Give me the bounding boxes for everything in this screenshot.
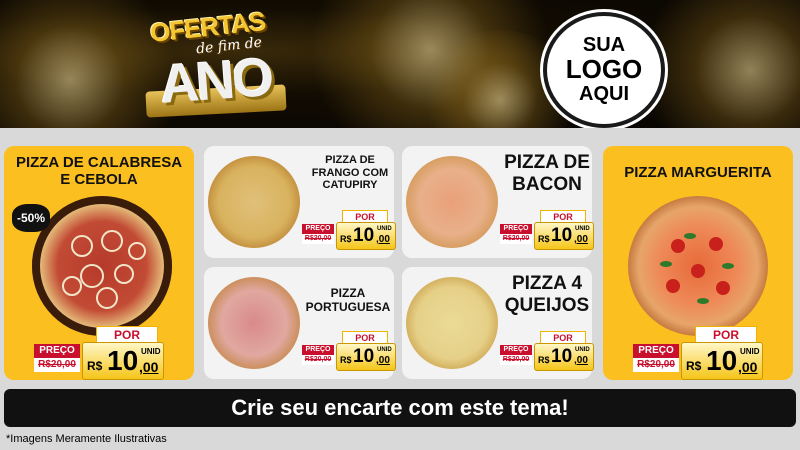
price-cents: ,00	[738, 359, 758, 375]
unit-label: UNID	[377, 226, 392, 232]
product-title-line: PIZZA	[330, 286, 366, 300]
logo-line-2: LOGO	[565, 54, 643, 85]
discount-badge: -50%	[12, 204, 50, 232]
product-title-line: QUEIJOS	[504, 294, 590, 316]
preco-label: PREÇO	[302, 345, 334, 355]
new-price: R$ 10 UNID ,00	[534, 222, 594, 250]
price-cents: ,00	[574, 355, 588, 366]
old-price: R$20,00	[500, 355, 532, 365]
header-banner: OFERTAS de fim de ANO SUA LOGO AQUI	[0, 0, 800, 128]
product-title: PIZZA DE CALABRESA E CEBOLA	[4, 154, 194, 189]
pizza-frango-icon	[208, 156, 300, 248]
product-card-queijos: PIZZA 4 QUEIJOS POR PREÇO R$20,00 R$ 10 …	[402, 267, 594, 379]
preco-label: PREÇO	[302, 224, 334, 234]
product-title-line: PIZZA DE	[325, 154, 375, 166]
currency: R$	[340, 355, 352, 365]
logo-placeholder: SUA LOGO AQUI	[543, 12, 665, 128]
product-card-marguerita: PIZZA MARGUERITA POR PREÇO R$20,00 R$ 10…	[603, 146, 793, 380]
old-price: R$20,00	[34, 358, 80, 372]
unit-label: UNID	[740, 347, 760, 356]
price-main: 10	[551, 346, 573, 367]
price-main: 10	[706, 345, 738, 376]
preco-label: PREÇO	[34, 344, 80, 358]
product-card-frango: PIZZA DE FRANGO COM CATUPIRY POR PREÇO R…	[204, 146, 396, 258]
price-cents: ,00	[376, 234, 390, 245]
product-title: PIZZA DE BACON	[502, 152, 592, 196]
product-title-line: PIZZA DE CALABRESA	[15, 154, 183, 171]
product-card-bacon: PIZZA DE BACON POR PREÇO R$20,00 R$ 10 U…	[402, 146, 594, 258]
preco-label: PREÇO	[500, 224, 532, 234]
unit-label: UNID	[575, 347, 590, 353]
product-title: PIZZA MARGUERITA	[603, 164, 793, 181]
product-title: PIZZA 4 QUEIJOS	[502, 273, 592, 317]
currency: R$	[538, 355, 550, 365]
price-main: 10	[551, 225, 573, 246]
new-price: R$ 10 UNID ,00	[82, 342, 164, 380]
logo-line-3: AQUI	[579, 82, 629, 105]
product-title-line: PIZZA DE	[504, 152, 590, 173]
product-title: PIZZA DE FRANGO COM CATUPIRY	[308, 154, 392, 192]
old-price: R$20,00	[302, 234, 334, 244]
pizza-portuguesa-icon	[208, 277, 300, 369]
unit-label: UNID	[377, 347, 392, 353]
price-cents: ,00	[139, 359, 159, 375]
preco-label: PREÇO	[633, 344, 679, 358]
currency: R$	[686, 359, 702, 373]
product-title-line: E CEBOLA	[60, 171, 138, 189]
preco-label: PREÇO	[500, 345, 532, 355]
product-title-line: CATUPIRY	[322, 179, 378, 192]
price-main: 10	[353, 346, 375, 367]
old-price: R$20,00	[302, 355, 334, 365]
title-ano: ANO	[158, 47, 273, 115]
product-card-calabresa: PIZZA DE CALABRESA E CEBOLA POR PREÇO R$…	[4, 146, 194, 380]
price-cents: ,00	[574, 234, 588, 245]
pizza-queijos-icon	[406, 277, 498, 369]
unit-label: UNID	[575, 226, 590, 232]
currency: R$	[340, 234, 352, 244]
price-main: 10	[353, 225, 375, 246]
product-title-line: FRANGO COM	[311, 166, 389, 179]
product-title: PIZZA PORTUGUESA	[304, 286, 392, 315]
logo-line-1: SUA	[582, 34, 626, 57]
product-title-line: PIZZA 4	[511, 273, 583, 294]
pizza-calabresa-icon	[32, 196, 172, 336]
product-card-portuguesa: PIZZA PORTUGUESA POR PREÇO R$20,00 R$ 10…	[204, 267, 396, 379]
new-price: R$ 10 UNID ,00	[681, 342, 763, 380]
currency: R$	[538, 234, 550, 244]
new-price: R$ 10 UNID ,00	[534, 343, 594, 371]
product-title-line: PORTUGUESA	[305, 299, 391, 314]
new-price: R$ 10 UNID ,00	[336, 343, 396, 371]
pizza-marguerita-icon	[628, 196, 768, 336]
pizza-bacon-icon	[406, 156, 498, 248]
currency: R$	[87, 359, 103, 373]
old-price: R$20,00	[500, 234, 532, 244]
product-title-line: BACON	[512, 173, 582, 195]
new-price: R$ 10 UNID ,00	[336, 222, 396, 250]
price-main: 10	[107, 345, 139, 376]
price-cents: ,00	[376, 355, 390, 366]
unit-label: UNID	[141, 347, 161, 356]
disclaimer-text: *Imagens Meramente Ilustrativas	[6, 433, 167, 445]
old-price: R$20,00	[633, 358, 679, 372]
cta-banner: Crie seu encarte com este tema!	[4, 389, 796, 427]
product-title-line: PIZZA MARGUERITA	[624, 164, 772, 181]
